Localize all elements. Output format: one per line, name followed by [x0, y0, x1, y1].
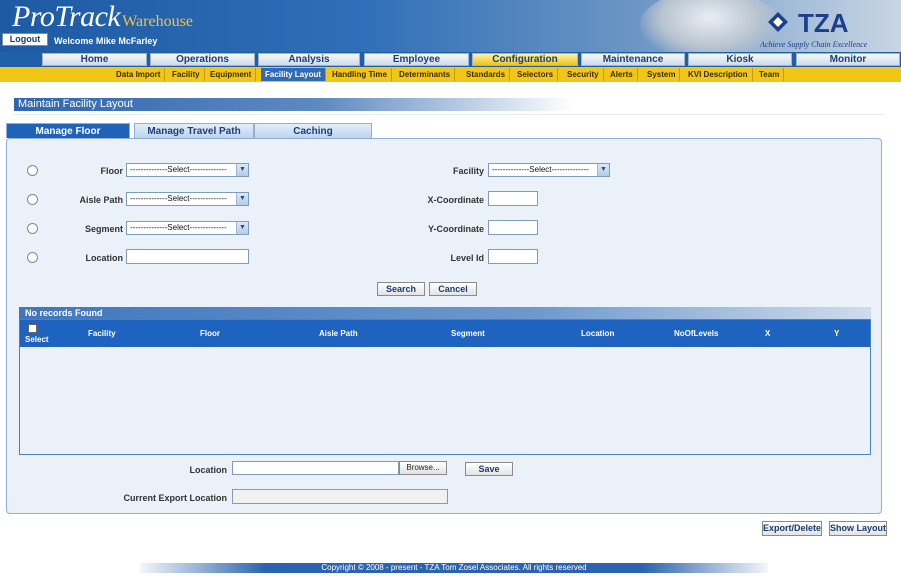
grid-caption: No records Found	[19, 307, 871, 319]
segment-select-value: --------------Select--------------	[130, 223, 227, 232]
segment-select[interactable]: --------------Select-------------- ▼	[126, 221, 249, 235]
browse-button[interactable]: Browse...	[399, 461, 447, 475]
segment-label: Segment	[84, 224, 123, 234]
nav-operations[interactable]: Operations	[150, 53, 255, 66]
manage-floor-panel: Floor --------------Select--------------…	[6, 138, 882, 514]
chevron-down-icon: ▼	[236, 164, 248, 176]
column-segment[interactable]: Segment	[451, 329, 485, 338]
segment-radio[interactable]	[27, 223, 38, 234]
brand-name: ProTrack	[12, 0, 121, 33]
tab-manage-travel-path[interactable]: Manage Travel Path	[134, 123, 254, 138]
subnav-data-import[interactable]: Data Import	[112, 68, 166, 81]
x-coordinate-label: X-Coordinate	[427, 195, 484, 205]
aisle-path-select-value: --------------Select--------------	[130, 194, 227, 203]
subnav-facility[interactable]: Facility	[168, 68, 205, 81]
level-id-label: Level Id	[450, 253, 484, 263]
export-location-label: Location	[189, 465, 228, 475]
subnav-security[interactable]: Security	[563, 68, 604, 81]
chevron-down-icon: ▼	[236, 222, 248, 234]
subnav-equipment[interactable]: Equipment	[206, 68, 257, 81]
main-nav: Home Operations Analysis Employee Config…	[0, 52, 901, 67]
select-all-checkbox[interactable]	[28, 324, 37, 333]
floor-radio[interactable]	[27, 165, 38, 176]
column-location[interactable]: Location	[581, 329, 614, 338]
brand-subtitle: Warehouse	[122, 13, 193, 30]
sub-nav: Data Import Facility Equipment Facility …	[0, 67, 901, 82]
current-export-location-label: Current Export Location	[123, 493, 227, 503]
aisle-path-radio[interactable]	[27, 194, 38, 205]
column-facility[interactable]: Facility	[88, 329, 116, 338]
level-id-input[interactable]	[488, 249, 538, 264]
chevron-down-icon: ▼	[236, 193, 248, 205]
location-label: Location	[85, 253, 124, 263]
logo-tagline: Achieve Supply Chain Excellence	[760, 40, 868, 49]
subnav-facility-layout[interactable]: Facility Layout	[261, 68, 327, 81]
nav-maintenance[interactable]: Maintenance	[581, 53, 685, 66]
subnav-alerts[interactable]: Alerts	[606, 68, 638, 81]
logout-button[interactable]: Logout	[2, 33, 48, 46]
column-floor[interactable]: Floor	[200, 329, 220, 338]
location-radio[interactable]	[27, 252, 38, 263]
nav-employee[interactable]: Employee	[364, 53, 469, 66]
nav-home[interactable]: Home	[42, 53, 147, 66]
aisle-path-select[interactable]: --------------Select-------------- ▼	[126, 192, 249, 206]
column-y[interactable]: Y	[834, 329, 839, 338]
floor-select-value: --------------Select--------------	[130, 165, 227, 174]
nav-kiosk[interactable]: Kiosk	[688, 53, 792, 66]
company-logo: TZA Achieve Supply Chain Excellence	[758, 6, 878, 50]
footer-copyright: Copyright © 2008 - present - TZA Tom Zos…	[140, 563, 768, 573]
export-file-input[interactable]	[232, 461, 399, 475]
grid-header: Select Facility Floor Aisle Path Segment…	[20, 320, 870, 347]
location-input[interactable]	[126, 249, 249, 264]
y-coordinate-label: Y-Coordinate	[427, 224, 484, 234]
tab-caching[interactable]: Caching	[254, 123, 372, 138]
subnav-selectors[interactable]: Selectors	[513, 68, 559, 81]
welcome-message: Welcome Mike McFarley	[54, 36, 158, 46]
chevron-down-icon: ▼	[597, 164, 609, 176]
export-delete-button[interactable]: Export/Delete	[762, 521, 822, 536]
current-export-location-field	[232, 489, 448, 504]
subnav-standards[interactable]: Standards	[462, 68, 511, 81]
subnav-handling-time[interactable]: Handling Time	[328, 68, 392, 81]
cancel-button[interactable]: Cancel	[429, 282, 477, 296]
search-button[interactable]: Search	[377, 282, 425, 296]
app-brand: ProTrack Warehouse	[12, 0, 193, 34]
x-coordinate-input[interactable]	[488, 191, 538, 206]
floor-select[interactable]: --------------Select-------------- ▼	[126, 163, 249, 177]
aisle-path-label: Aisle Path	[79, 195, 123, 205]
app-header: ProTrack Warehouse TZA Achieve Supply Cha…	[0, 0, 901, 52]
facility-label: Facility	[452, 166, 484, 176]
title-divider	[14, 114, 884, 115]
subnav-determinants[interactable]: Determinants	[395, 68, 456, 81]
subnav-team[interactable]: Team	[755, 68, 785, 81]
logo-text: TZA	[798, 8, 849, 38]
column-select: Select	[25, 335, 49, 344]
tab-manage-floor[interactable]: Manage Floor	[6, 123, 130, 138]
facility-select-value: --------------Select--------------	[492, 165, 589, 174]
page-title: Maintain Facility Layout	[14, 98, 574, 111]
nav-monitor[interactable]: Monitor	[796, 53, 900, 66]
show-layout-button[interactable]: Show Layout	[829, 521, 887, 536]
facility-select[interactable]: --------------Select-------------- ▼	[488, 163, 610, 177]
nav-analysis[interactable]: Analysis	[258, 53, 360, 66]
floor-label: Floor	[100, 166, 124, 176]
column-x[interactable]: X	[765, 329, 770, 338]
column-no-of-levels[interactable]: NoOfLevels	[674, 329, 718, 338]
results-grid: Select Facility Floor Aisle Path Segment…	[19, 319, 871, 455]
subnav-kvi-description[interactable]: KVI Description	[684, 68, 753, 81]
column-aisle-path[interactable]: Aisle Path	[319, 329, 358, 338]
nav-configuration[interactable]: Configuration	[472, 53, 578, 66]
diamond-logo-icon	[768, 12, 788, 32]
subnav-system[interactable]: System	[643, 68, 681, 81]
save-button[interactable]: Save	[465, 462, 513, 476]
y-coordinate-input[interactable]	[488, 220, 538, 235]
